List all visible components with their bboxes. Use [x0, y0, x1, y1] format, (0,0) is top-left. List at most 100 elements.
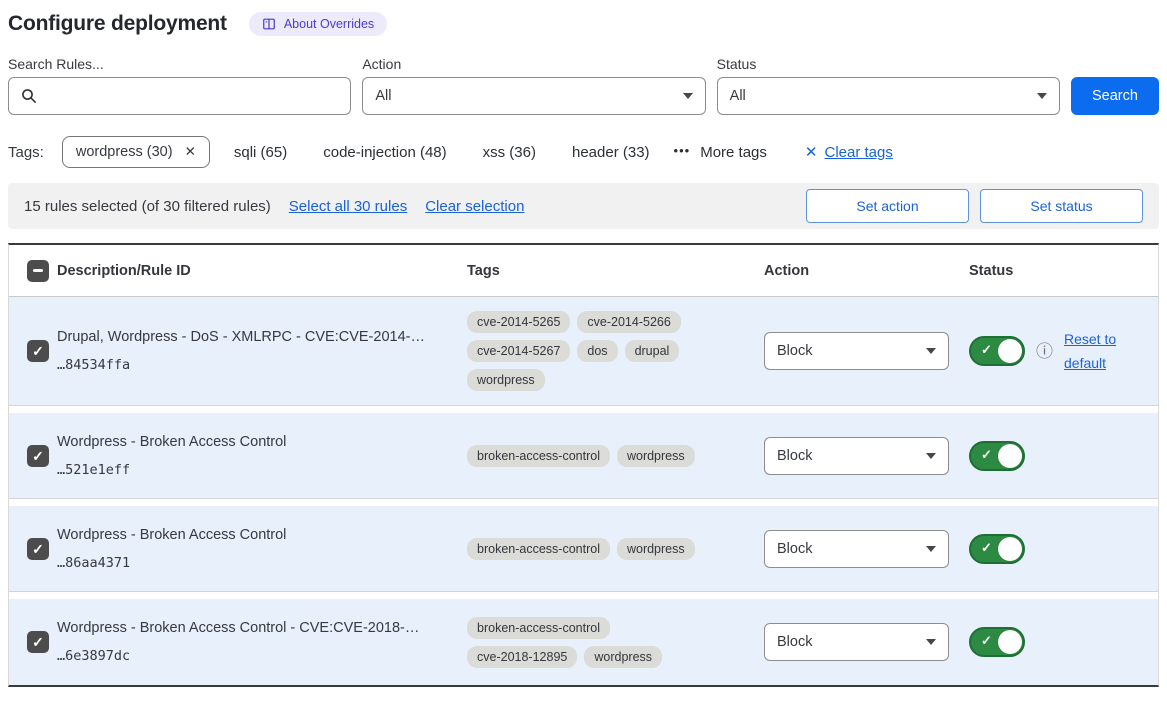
check-icon: ✓ [32, 449, 44, 463]
check-icon: ✓ [981, 540, 992, 556]
table-row: ✓ Drupal, Wordpress - DoS - XMLRPC - CVE:… [9, 297, 1158, 406]
rule-action-value: Block [777, 343, 812, 359]
tag-pill: drupal [625, 340, 680, 362]
search-icon [21, 88, 37, 104]
status-toggle[interactable]: ✓ [969, 336, 1025, 366]
set-action-button[interactable]: Set action [806, 189, 969, 223]
action-filter-select[interactable]: All [362, 77, 705, 115]
filters-bar: Search Rules... Action All Status [8, 56, 1159, 115]
rule-action-select[interactable]: Block [764, 437, 949, 475]
tag-pill: cve-2014-5267 [467, 340, 570, 362]
tag-pill: wordpress [617, 445, 695, 467]
tag-option[interactable]: sqli (65) [234, 144, 287, 161]
tag-pill: wordpress [467, 369, 545, 391]
tag-pill: broken-access-control [467, 617, 610, 639]
rule-description: Wordpress - Broken Access Control [57, 527, 443, 543]
status-cell: ✓ [969, 441, 1158, 471]
action-cell: Block [764, 623, 969, 661]
table-row: ✓Wordpress - Broken Access Control…521e1… [9, 413, 1158, 499]
remove-tag-icon[interactable]: ✕ [185, 144, 196, 160]
rule-action-select[interactable]: Block [764, 332, 949, 370]
rule-action-select[interactable]: Block [764, 530, 949, 568]
header-checkbox-cell [9, 260, 57, 282]
column-status: Status [969, 263, 1158, 279]
chevron-down-icon [926, 348, 936, 354]
search-input[interactable] [46, 87, 338, 105]
tag-pill: wordpress [617, 538, 695, 560]
selected-tag-label: wordpress (30) [76, 144, 173, 160]
tag-pill: cve-2014-5266 [577, 311, 680, 333]
rule-description: Wordpress - Broken Access Control - CVE:… [57, 620, 443, 636]
clear-tags-label: Clear tags [824, 144, 892, 161]
rule-description: Drupal, Wordpress - DoS - XMLRPC - CVE:C… [57, 329, 443, 345]
row-checkbox[interactable]: ✓ [27, 538, 49, 560]
search-rules-label: Search Rules... [8, 56, 351, 72]
rule-tags-cell: broken-access-controlwordpress [467, 445, 719, 467]
configure-deployment-page: Configure deployment About Overrides Sea… [0, 0, 1167, 687]
clear-tags-link[interactable]: ✕ Clear tags [805, 143, 893, 161]
about-overrides-badge[interactable]: About Overrides [249, 12, 387, 36]
selected-tag-wordpress[interactable]: wordpress (30) ✕ [62, 136, 210, 168]
column-tags: Tags [467, 263, 764, 279]
status-cell: ✓ ⓘ Reset to default [969, 327, 1158, 376]
toggle-knob [998, 444, 1022, 468]
search-input-box[interactable] [8, 77, 351, 115]
rule-tags-cell: broken-access-control wordpress [467, 538, 719, 560]
row-checkbox-cell: ✓ [9, 340, 57, 362]
set-status-button[interactable]: Set status [980, 189, 1143, 223]
tag-option[interactable]: code-injection (48) [323, 144, 446, 161]
row-checkbox-cell: ✓ [9, 445, 57, 467]
status-toggle[interactable]: ✓ [969, 534, 1025, 564]
more-tags-button[interactable]: ••• More tags [674, 144, 767, 161]
chevron-down-icon [926, 639, 936, 645]
toggle-knob [998, 339, 1022, 363]
status-filter-select[interactable]: All [717, 77, 1060, 115]
status-filter-value: All [730, 88, 746, 104]
chevron-down-icon [683, 93, 693, 99]
tag-pill: cve-2014-5265 [467, 311, 570, 333]
action-filter: Action All [362, 56, 705, 115]
table-row: ✓ Wordpress - Broken Access Control - CVE… [9, 599, 1158, 685]
check-icon: ✓ [32, 635, 44, 649]
check-icon: ✓ [981, 447, 992, 463]
row-checkbox-cell: ✓ [9, 538, 57, 560]
description-cell: Wordpress - Broken Access Control …86aa43… [57, 527, 467, 571]
column-action: Action [764, 263, 969, 279]
check-icon: ✓ [32, 344, 44, 358]
close-icon: ✕ [805, 143, 818, 161]
select-all-checkbox[interactable] [27, 260, 49, 282]
action-cell: Block [764, 332, 969, 370]
rule-action-value: Block [777, 634, 812, 650]
row-checkbox-cell: ✓ [9, 631, 57, 653]
reset-to-default-link[interactable]: Reset to default [1064, 327, 1126, 376]
rule-action-select[interactable]: Block [764, 623, 949, 661]
search-button[interactable]: Search [1071, 77, 1159, 115]
rule-description: Wordpress - Broken Access Control [57, 434, 443, 450]
rule-action-value: Block [777, 541, 812, 557]
action-cell: Block [764, 530, 969, 568]
status-toggle[interactable]: ✓ [969, 627, 1025, 657]
rule-tags-cell: cve-2014-5265 cve-2014-5266 cve-2014-5267 d… [467, 311, 719, 391]
select-all-rules-link[interactable]: Select all 30 rules [289, 198, 407, 215]
info-icon[interactable]: ⓘ [1036, 343, 1053, 360]
tag-pill: cve-2018-12895 [467, 646, 577, 668]
clear-selection-link[interactable]: Clear selection [425, 198, 524, 215]
rule-id: …86aa4371 [57, 555, 443, 571]
page-title: Configure deployment [8, 12, 227, 36]
chevron-down-icon [1037, 93, 1047, 99]
rule-action-value: Block [777, 448, 812, 464]
action-label: Action [362, 56, 705, 72]
tags-label: Tags: [8, 144, 44, 161]
tag-pill: broken-access-control [467, 538, 610, 560]
rule-id: …6e3897dc [57, 648, 443, 664]
tag-option[interactable]: xss (36) [483, 144, 536, 161]
row-checkbox[interactable]: ✓ [27, 340, 49, 362]
row-checkbox[interactable]: ✓ [27, 631, 49, 653]
rules-table: Description/Rule ID Tags Action Status ✓… [8, 243, 1159, 687]
row-checkbox[interactable]: ✓ [27, 445, 49, 467]
column-description: Description/Rule ID [57, 263, 467, 279]
selection-bar: 15 rules selected (of 30 filtered rules)… [8, 183, 1159, 229]
status-toggle[interactable]: ✓ [969, 441, 1025, 471]
tag-option[interactable]: header (33) [572, 144, 650, 161]
indeterminate-mark [33, 269, 43, 272]
